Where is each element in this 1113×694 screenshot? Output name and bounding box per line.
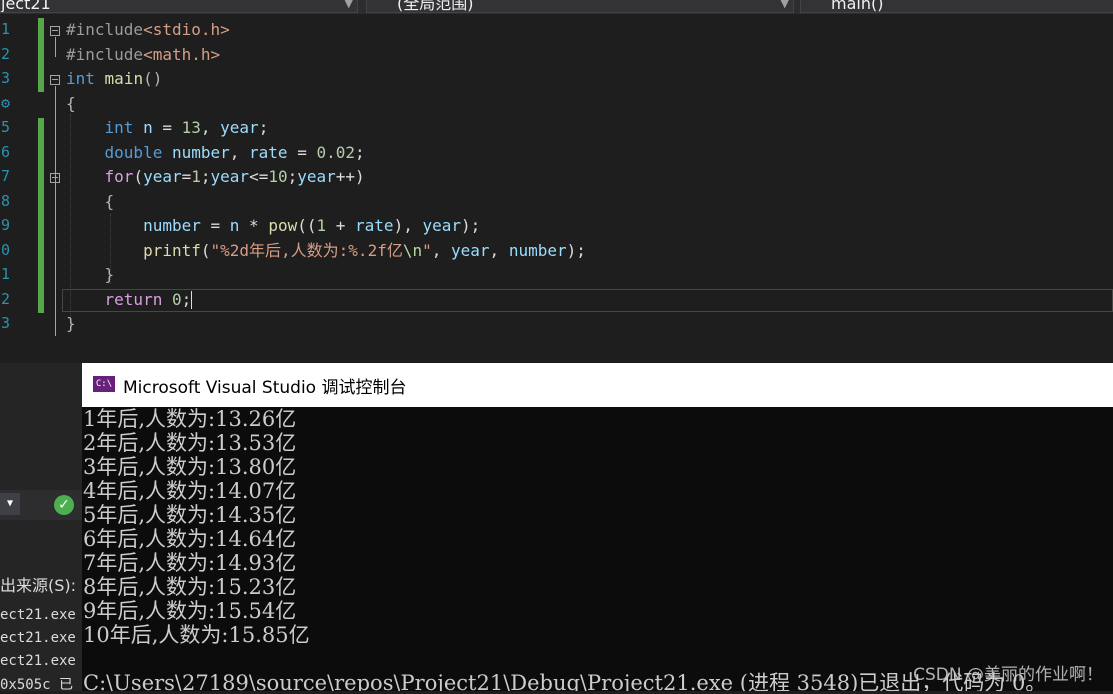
- output-panel: ▼ ✓ 出来源(S): ect21.exe ect21.exe ect21.ex…: [0, 363, 82, 693]
- line-number: 1: [0, 265, 10, 283]
- console-exit-line: C:\Users\27189\source\repos\Project21\De…: [83, 671, 1047, 691]
- line-number: 0: [0, 241, 10, 259]
- console-title-bar[interactable]: C:\ Microsoft Visual Studio 调试控制台: [82, 363, 1113, 407]
- console-line: 7年后,人数为:14.93亿: [83, 551, 297, 575]
- line-number: 5: [0, 118, 10, 136]
- collapse-icon[interactable]: [50, 75, 60, 85]
- line-number: 1: [0, 20, 10, 38]
- collapse-icon[interactable]: [50, 26, 60, 36]
- scope-combo-label: (全局范围): [397, 0, 474, 13]
- console-line: 1年后,人数为:13.26亿: [83, 407, 297, 431]
- fold-line: [55, 37, 56, 57]
- watermark: CSDN @美丽的作业啊！: [913, 665, 1103, 685]
- line-number: 3: [0, 314, 10, 332]
- output-row: ect21.exe: [0, 653, 76, 669]
- fold-line: [55, 184, 56, 284]
- project-combo[interactable]: ject21 ▼: [0, 0, 358, 13]
- console-line: 5年后,人数为:14.35亿: [83, 503, 297, 527]
- scope-combo[interactable]: (全局范围) ▼: [366, 0, 794, 13]
- code-text: #include<stdio.h> #include<math.h> int m…: [66, 20, 586, 333]
- change-marker: [38, 118, 44, 313]
- debug-console-window[interactable]: C:\ Microsoft Visual Studio 调试控制台 1年后,人数…: [82, 363, 1113, 691]
- line-number: 2: [0, 45, 10, 63]
- line-number: 3: [0, 69, 10, 87]
- project-combo-label: ject21: [1, 0, 51, 13]
- console-line: 3年后,人数为:13.80亿: [83, 455, 297, 479]
- text-caret: [191, 291, 193, 309]
- console-app-icon: C:\: [93, 376, 115, 392]
- navigation-bar: ject21 ▼ (全局范围) ▼ main(): [0, 0, 1113, 14]
- console-line: 10年后,人数为:15.85亿: [83, 623, 310, 647]
- gear-icon[interactable]: ⚙: [0, 94, 10, 112]
- output-row: 0x505c 已: [0, 677, 74, 693]
- function-combo-label: main(): [831, 0, 884, 13]
- chevron-down-icon: ▼: [344, 0, 353, 10]
- line-number: 6: [0, 143, 10, 161]
- line-number-gutter: 1 2 3 ⚙ 5 6 7 8 9 0 1 2 3: [0, 14, 36, 363]
- dropdown-button[interactable]: ▼: [0, 493, 20, 515]
- output-row: ect21.exe: [0, 630, 76, 646]
- console-line: 9年后,人数为:15.54亿: [83, 599, 297, 623]
- console-title: Microsoft Visual Studio 调试控制台: [123, 378, 407, 398]
- line-number: 8: [0, 192, 10, 210]
- console-line: 6年后,人数为:14.64亿: [83, 527, 297, 551]
- line-number: 2: [0, 290, 10, 308]
- line-number: 9: [0, 216, 10, 234]
- check-circle-icon: ✓: [54, 495, 74, 515]
- code-editor[interactable]: 1 2 3 ⚙ 5 6 7 8 9 0 1 2 3 #include<stdio…: [0, 14, 1113, 363]
- console-line: 8年后,人数为:15.23亿: [83, 575, 297, 599]
- output-source-label: 出来源(S):: [0, 576, 77, 595]
- function-combo[interactable]: main(): [800, 0, 1113, 13]
- output-row: ect21.exe: [0, 607, 76, 623]
- change-marker: [38, 18, 44, 92]
- collapse-icon[interactable]: [50, 173, 60, 183]
- console-output[interactable]: 1年后,人数为:13.26亿 2年后,人数为:13.53亿 3年后,人数为:13…: [82, 407, 1113, 691]
- console-line: 4年后,人数为:14.07亿: [83, 479, 297, 503]
- chevron-down-icon: ▼: [780, 0, 789, 10]
- line-number: 7: [0, 167, 10, 185]
- console-line: 2年后,人数为:13.53亿: [83, 431, 297, 455]
